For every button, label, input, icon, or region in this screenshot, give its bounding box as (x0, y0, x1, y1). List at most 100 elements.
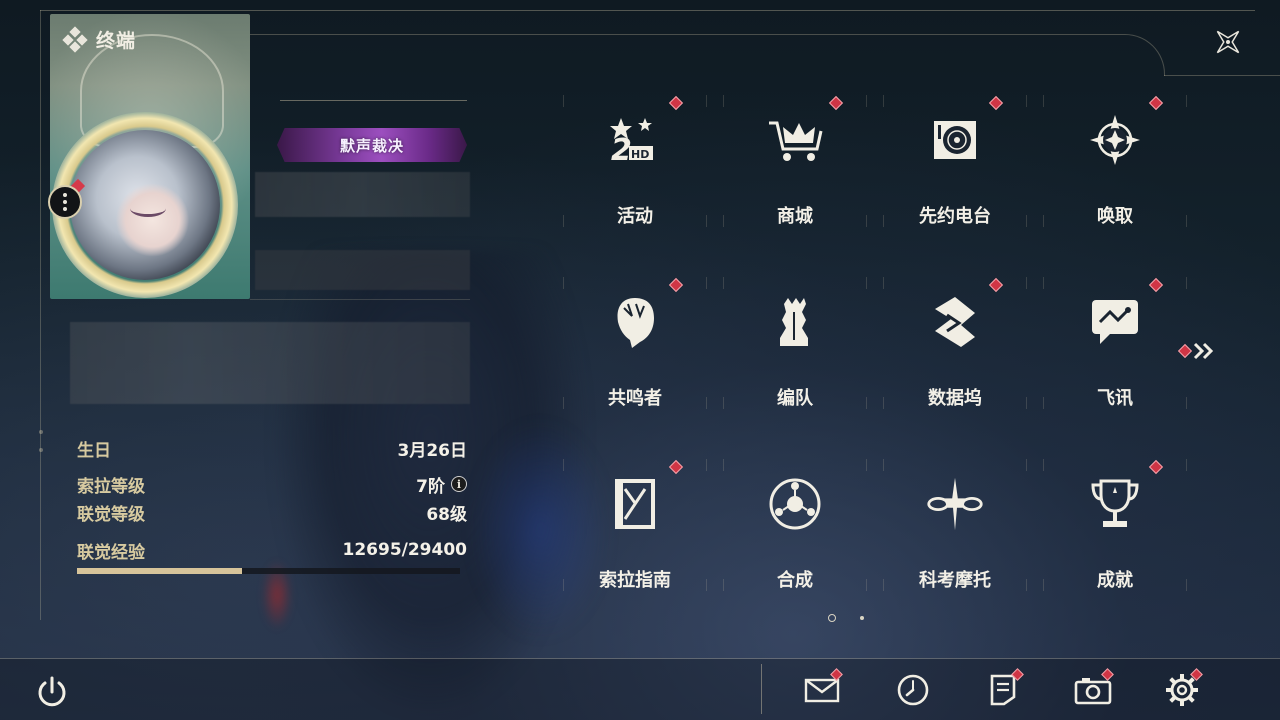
menu-item-team-chess[interactable]: 编队 (715, 272, 875, 422)
frame-line-left (40, 10, 41, 620)
clock-button[interactable] (893, 670, 933, 710)
union-level-label: 联觉等级 (77, 504, 145, 525)
stat-birthday: 生日 3月26日 (77, 434, 467, 462)
sola-level-value-wrap: 7阶 i (416, 472, 467, 497)
union-exp-value: 12695/29400 (342, 540, 468, 560)
cell-corner-mark (1186, 459, 1187, 471)
bottom-bar-divider (761, 664, 762, 714)
menu-item-label: 编队 (777, 388, 813, 409)
menu-item-badge (1148, 277, 1164, 293)
synthesis-icon (765, 474, 825, 534)
settings-button[interactable] (1162, 668, 1203, 710)
player-stats: 生日 3月26日 索拉等级 7阶 i 联觉等级 68级 联觉经验 12695/2… (77, 434, 467, 574)
cell-corner-mark (866, 579, 867, 591)
frame-curve (250, 34, 1165, 76)
cell-corner-mark (866, 397, 867, 409)
stat-union-exp: 联觉经验 12695/29400 (77, 536, 467, 564)
cell-corner-mark (563, 459, 564, 471)
notice-button[interactable] (983, 668, 1024, 710)
menu-item-badge (1148, 95, 1164, 111)
cell-corner-mark (706, 215, 707, 227)
menu-item-trophy[interactable]: 成就 (1035, 454, 1195, 604)
cell-corner-mark (883, 459, 884, 471)
events-icon: 2 HD (605, 110, 665, 170)
cell-corner-mark (1026, 397, 1027, 409)
cell-corner-mark (723, 215, 724, 227)
cell-corner-mark (563, 397, 564, 409)
menu-item-message-chat[interactable]: 飞讯 (1035, 272, 1195, 422)
cell-corner-mark (1043, 459, 1044, 471)
union-exp-label: 联觉经验 (77, 542, 145, 563)
cell-corner-mark (723, 95, 724, 107)
menu-item-resonator-head[interactable]: 共鸣者 (555, 272, 715, 422)
page-dot[interactable] (860, 616, 864, 620)
cell-corner-mark (883, 95, 884, 107)
cell-corner-mark (883, 277, 884, 289)
cell-corner-mark (1043, 277, 1044, 289)
cell-corner-mark (1043, 215, 1044, 227)
cell-corner-mark (1026, 579, 1027, 591)
menu-item-label: 活动 (617, 206, 653, 227)
frame-dots (38, 430, 44, 470)
name-divider (280, 100, 467, 101)
cell-corner-mark (866, 95, 867, 107)
mail-button[interactable] (802, 668, 843, 710)
avatar[interactable] (70, 130, 220, 280)
bottom-bar-line (0, 658, 1280, 659)
motorcycle-icon (925, 474, 985, 534)
sola-level-value: 7阶 (416, 476, 445, 497)
union-level-value: 68级 (426, 504, 467, 525)
menu-item-convene-compass[interactable]: 唤取 (1035, 90, 1195, 240)
player-signature-blurred[interactable] (70, 322, 470, 404)
cell-corner-mark (1186, 277, 1187, 289)
team-chess-icon (765, 292, 825, 352)
close-button[interactable] (1208, 22, 1248, 62)
sola-level-label: 索拉等级 (77, 476, 145, 497)
player-title-badge[interactable]: 默声裁决 (277, 128, 467, 162)
shop-crown-cart-icon (765, 110, 825, 170)
cell-corner-mark (1026, 277, 1027, 289)
cell-corner-mark (1186, 579, 1187, 591)
cell-corner-mark (1043, 397, 1044, 409)
menu-item-synthesis[interactable]: 合成 (715, 454, 875, 604)
page-indicator (828, 614, 864, 622)
menu-item-badge (668, 459, 684, 475)
menu-item-label: 合成 (777, 570, 813, 591)
message-chat-icon (1085, 292, 1145, 352)
cell-corner-mark (1186, 397, 1187, 409)
menu-item-guide-book[interactable]: 索拉指南 (555, 454, 715, 604)
cell-corner-mark (706, 277, 707, 289)
info-icon[interactable]: i (451, 476, 467, 492)
cell-corner-mark (883, 215, 884, 227)
menu-item-shop-crown-cart[interactable]: 商城 (715, 90, 875, 240)
player-name-blurred (255, 172, 470, 217)
menu-item-radio-turntable[interactable]: 先约电台 (875, 90, 1035, 240)
cell-corner-mark (866, 459, 867, 471)
cell-corner-mark (723, 579, 724, 591)
next-page-badge (1177, 343, 1193, 359)
next-page-button[interactable] (1177, 340, 1222, 362)
camera-button[interactable] (1073, 668, 1114, 710)
page-dot-active[interactable] (828, 614, 836, 622)
frame-line-top (40, 10, 1255, 11)
cell-corner-mark (723, 277, 724, 289)
exp-progress-fill (77, 568, 243, 574)
menu-item-label: 共鸣者 (608, 388, 662, 409)
cell-corner-mark (1043, 579, 1044, 591)
profile-divider (250, 299, 470, 300)
menu-item-events[interactable]: 2 HD 活动 (555, 90, 715, 240)
menu-item-badge (828, 95, 844, 111)
terminal-diamond-icon (62, 25, 88, 53)
menu-item-badge (1148, 459, 1164, 475)
menu-item-badge (668, 277, 684, 293)
power-button[interactable] (34, 674, 70, 710)
menu-item-label: 商城 (777, 206, 813, 227)
stat-union-level: 联觉等级 68级 (77, 498, 467, 526)
cell-corner-mark (866, 215, 867, 227)
cell-corner-mark (1186, 95, 1187, 107)
menu-item-motorcycle[interactable]: 科考摩托 (875, 454, 1035, 604)
title-badge-label: 默声裁决 (339, 136, 404, 155)
more-dots-icon[interactable] (48, 185, 82, 219)
menu-item-label: 科考摩托 (919, 570, 991, 591)
menu-item-data-bank[interactable]: 数据坞 (875, 272, 1035, 422)
